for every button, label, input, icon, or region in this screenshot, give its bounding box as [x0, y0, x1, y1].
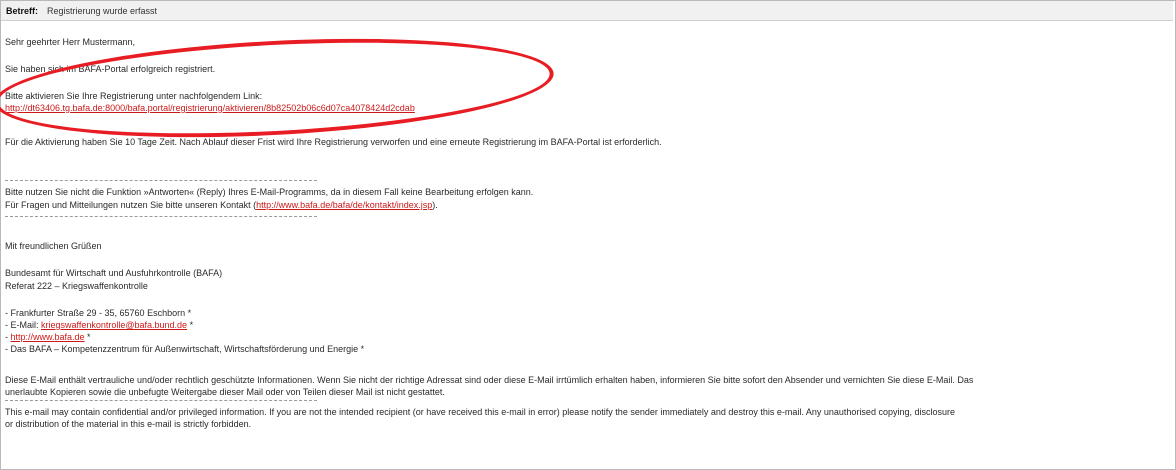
subject-bar: Betreff: Registrierung wurde erfasst	[1, 1, 1173, 21]
closing: Mit freundlichen Grüßen	[5, 241, 102, 251]
contact-line: Für Fragen und Mitteilungen nutzen Sie b…	[5, 200, 438, 210]
disclaimer-en-cont: or distribution of the material in this …	[5, 419, 252, 429]
disclaimer-de-cont: unerlaubte Kopieren sowie die unbefugte …	[5, 387, 445, 397]
deadline-text: Für die Aktivierung haben Sie 10 Tage Ze…	[5, 137, 662, 147]
web-line: - http://www.bafa.de *	[5, 332, 91, 342]
contact-prefix: Für Fragen und Mitteilungen nutzen Sie b…	[5, 200, 257, 210]
email-suffix: *	[187, 320, 194, 330]
email-line: - E-Mail: kriegswaffenkontrolle@bafa.bun…	[5, 320, 193, 330]
noreply-text: Bitte nutzen Sie nicht die Funktion »Ant…	[5, 187, 534, 197]
slogan-line: - Das BAFA – Kompetenzzentrum für Außenw…	[5, 344, 365, 354]
greeting: Sehr geehrter Herr Mustermann,	[5, 37, 136, 47]
separator	[5, 216, 317, 217]
separator	[5, 400, 317, 401]
email-link[interactable]: kriegswaffenkontrolle@bafa.bund.de	[41, 320, 187, 330]
address-line: - Frankfurter Straße 29 - 35, 65760 Esch…	[5, 308, 192, 318]
subject-value: Registrierung wurde erfasst	[47, 6, 158, 16]
disclaimer-de: Diese E-Mail enthält vertrauliche und/od…	[5, 375, 974, 385]
org-unit: Referat 222 – Kriegswaffenkontrolle	[5, 281, 148, 291]
web-suffix: *	[84, 332, 91, 342]
disclaimer-en: This e-mail may contain confidential and…	[5, 407, 955, 417]
contact-link[interactable]: http://www.bafa.de/bafa/de/kontakt/index…	[256, 200, 432, 210]
org-name: Bundesamt für Wirtschaft und Ausfuhrkont…	[5, 268, 223, 278]
web-link[interactable]: http://www.bafa.de	[11, 332, 85, 342]
subject-label: Betreff:	[6, 6, 39, 16]
email-prefix: - E-Mail:	[5, 320, 41, 330]
separator	[5, 180, 317, 181]
contact-suffix: ).	[432, 200, 438, 210]
